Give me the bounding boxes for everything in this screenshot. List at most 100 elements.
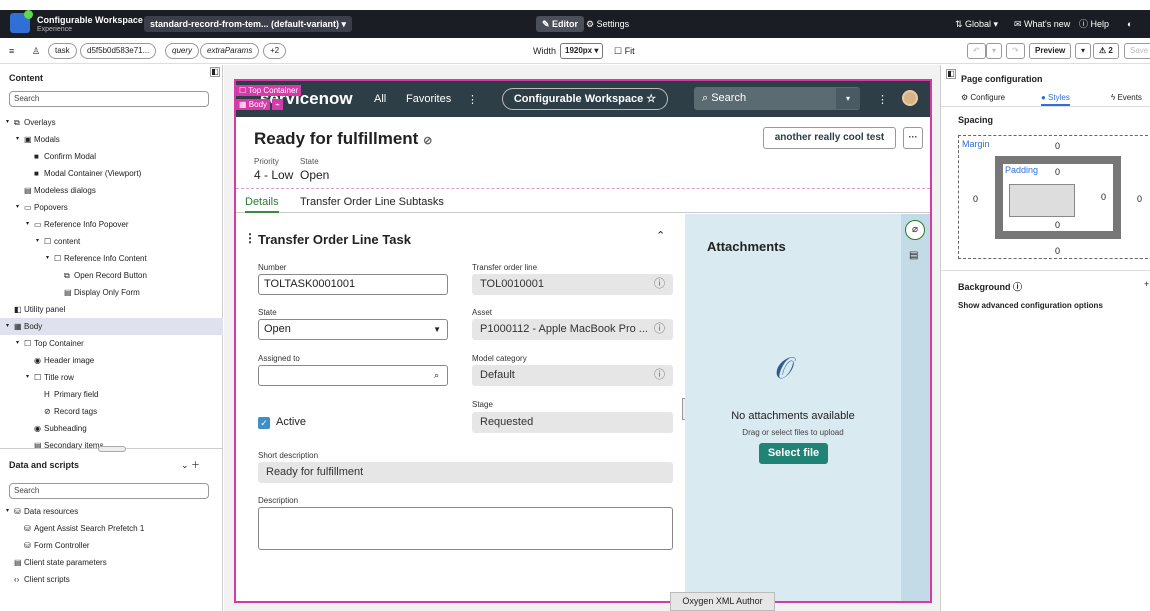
body-tag[interactable]: ▦ Body <box>236 99 271 110</box>
collapse-form-icon[interactable]: ⌃ <box>656 229 665 242</box>
tree-item[interactable]: ▤ Display Only Form <box>0 284 223 301</box>
expand-toggle-icon[interactable]: ▾ <box>6 318 14 335</box>
param-tag-query[interactable]: query <box>165 43 200 59</box>
param-tag-extraparams[interactable]: extraParams <box>200 43 260 59</box>
nav-more-icon[interactable]: ⋮ <box>467 93 478 106</box>
tab-events[interactable]: ϟ Events <box>1111 93 1142 102</box>
undo-menu-icon[interactable]: ▾ <box>986 43 1003 59</box>
tol-field[interactable]: TOL0010001 ⓘ <box>472 274 673 295</box>
data-scripts-collapse-icon[interactable]: ⌄ ＋ <box>181 458 200 471</box>
model-field[interactable]: Default ⓘ <box>472 365 673 386</box>
info-icon[interactable]: ⓘ <box>654 319 665 340</box>
body-link-icon[interactable]: ⌁ <box>272 99 283 110</box>
expand-toggle-icon[interactable]: ▾ <box>16 335 24 352</box>
info-icon[interactable]: ⓘ <box>654 365 665 386</box>
tree-item[interactable]: ▾ ▭ Reference Info Popover <box>0 216 223 233</box>
variant-selector[interactable]: standard-record-from-tem... (default-var… <box>144 16 353 32</box>
margin-left-value[interactable]: 0 <box>973 194 978 204</box>
settings-button[interactable]: ⚙ Settings <box>586 16 629 32</box>
tree-item[interactable]: ■ Modal Container (Viewport) <box>0 165 223 182</box>
padding-bottom-value[interactable]: 0 <box>1055 220 1060 230</box>
menu-icon[interactable]: ≡ <box>9 43 14 59</box>
warnings-button[interactable]: ⚠ 2 <box>1093 43 1119 59</box>
tree-item[interactable]: ⧉ Open Record Button <box>0 267 223 284</box>
more-actions-button[interactable]: ··· <box>903 127 923 149</box>
tree-item[interactable]: ◉ Header image <box>0 352 223 369</box>
tab-configure[interactable]: ⚙ Configure <box>961 93 1005 102</box>
tree-item[interactable]: ■ Confirm Modal <box>0 148 223 165</box>
search-icon[interactable]: ⌕ <box>434 366 439 385</box>
margin-right-value[interactable]: 0 <box>1137 194 1142 204</box>
user-avatar[interactable] <box>902 90 918 106</box>
preview-menu-icon[interactable]: ▾ <box>1075 43 1092 59</box>
short-desc-field[interactable]: Ready for fulfillment <box>258 462 673 483</box>
parameters-icon[interactable]: ♙ <box>32 43 40 59</box>
content-search-input[interactable]: Search <box>9 91 209 107</box>
document-icon[interactable]: ▤ <box>909 250 918 261</box>
expand-toggle-icon[interactable]: ▾ <box>46 250 54 267</box>
tree-item[interactable]: ⊘ Record tags <box>0 403 223 420</box>
tree-item[interactable]: ▾ ▣ Modals <box>0 131 223 148</box>
tree-item[interactable]: ◉ Subheading <box>0 420 223 437</box>
tab-styles[interactable]: ● Styles <box>1041 93 1070 106</box>
state-select[interactable]: Open ▼ <box>258 319 448 340</box>
asset-field[interactable]: P1000112 - Apple MacBook Pro ... ⓘ <box>472 319 673 340</box>
description-textarea[interactable] <box>258 507 673 550</box>
tag-icon[interactable]: ⊘ <box>423 135 432 147</box>
expand-toggle-icon[interactable]: ▾ <box>36 233 44 250</box>
undo-icon[interactable]: ↶ <box>967 43 986 59</box>
param-tag-more[interactable]: +2 <box>263 43 287 59</box>
tree-item[interactable]: ⛁ Agent Assist Search Prefetch 1 <box>0 520 223 537</box>
info-icon[interactable]: ⓘ <box>654 274 665 295</box>
tree-item[interactable]: ⛁ Form Controller <box>0 537 223 554</box>
tree-item[interactable]: H Primary field <box>0 386 223 403</box>
collapse-panel-icon[interactable]: ◧ <box>210 67 220 77</box>
tree-item[interactable]: ▾ ☐ Reference Info Content <box>0 250 223 267</box>
tree-item[interactable]: ▤ Modeless dialogs <box>0 182 223 199</box>
attachment-icon[interactable]: ⌀ <box>905 220 925 240</box>
tree-item[interactable]: ▾ ☐ content <box>0 233 223 250</box>
width-select[interactable]: 1920px ▾ <box>560 43 604 59</box>
help-button[interactable]: ⓘ Help <box>1079 16 1109 32</box>
assigned-field[interactable]: ⌕ <box>258 365 448 386</box>
tree-item[interactable]: ▾ ▭ Popovers <box>0 199 223 216</box>
drag-handle-icon[interactable]: ⋮ <box>244 231 256 245</box>
action-button[interactable]: another really cool test <box>763 127 896 149</box>
param-tag-task[interactable]: task <box>48 43 77 59</box>
tree-item[interactable]: ▾ ▦ Body <box>0 318 223 335</box>
param-tag-sysid[interactable]: d5f5b0d583e71... <box>80 43 157 59</box>
advanced-options-link[interactable]: Show advanced configuration options <box>958 301 1103 310</box>
margin-top-value[interactable]: 0 <box>1055 141 1060 151</box>
expand-toggle-icon[interactable]: ▾ <box>6 114 14 131</box>
tree-item[interactable]: ▾ ☐ Title row <box>0 369 223 386</box>
nav-favorites[interactable]: Favorites <box>406 93 451 105</box>
tab-subtasks[interactable]: Transfer Order Line Subtasks <box>300 196 444 208</box>
theme-toggle-icon[interactable]: ◐ <box>1127 16 1132 32</box>
whats-new-button[interactable]: ✉ What's new <box>1014 16 1070 32</box>
fit-checkbox[interactable]: ☐ Fit <box>614 44 635 58</box>
select-file-button[interactable]: Select file <box>759 443 828 464</box>
editor-button[interactable]: ✎ Editor <box>536 16 585 32</box>
tree-item[interactable]: ◧ Utility panel <box>0 301 223 318</box>
redo-icon[interactable]: ↷ <box>1006 43 1025 59</box>
save-button[interactable]: Save <box>1124 43 1150 59</box>
tree-item[interactable]: ▾ ⧉ Overlays <box>0 114 223 131</box>
resize-handle[interactable] <box>98 446 126 452</box>
preview-button[interactable]: Preview <box>1029 43 1072 59</box>
expand-toggle-icon[interactable]: ▾ <box>6 503 14 520</box>
number-field[interactable]: TOLTASK0001001 <box>258 274 448 295</box>
add-background-icon[interactable]: + <box>1144 279 1149 289</box>
tree-item[interactable]: ‹› Client scripts <box>0 571 223 588</box>
padding-right-value[interactable]: 0 <box>1101 192 1106 202</box>
nav-all[interactable]: All <box>374 93 386 105</box>
tree-item[interactable]: ▤ Client state parameters <box>0 554 223 571</box>
padding-top-value[interactable]: 0 <box>1055 167 1060 177</box>
expand-toggle-icon[interactable]: ▾ <box>26 216 34 233</box>
workspace-pill[interactable]: Configurable Workspace ☆ <box>502 88 668 110</box>
data-search-input[interactable]: Search <box>9 483 209 499</box>
top-container-tag[interactable]: ☐ Top Container <box>236 85 302 96</box>
expand-toggle-icon[interactable]: ▾ <box>16 199 24 216</box>
tree-item[interactable]: ▾ ⛁ Data resources <box>0 503 223 520</box>
search-scope-icon[interactable]: ▾ <box>836 88 860 109</box>
tab-details[interactable]: Details <box>245 196 279 213</box>
